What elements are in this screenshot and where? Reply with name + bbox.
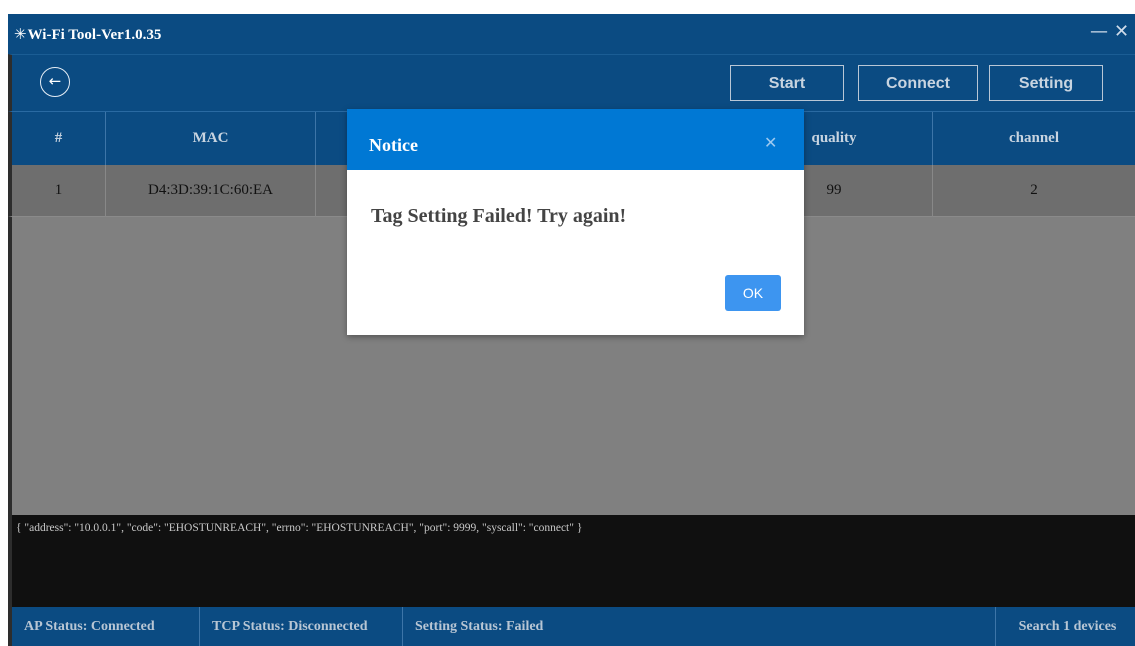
dialog-header: Notice ✕	[347, 109, 804, 170]
dialog-title: Notice	[369, 135, 418, 155]
start-button[interactable]: Start	[730, 65, 844, 101]
cell-mac: D4:3D:39:1C:60:EA	[106, 165, 316, 217]
setting-status: Setting Status: Failed	[415, 619, 544, 634]
column-header-channel: channel	[1008, 130, 1059, 146]
ok-button[interactable]: OK	[725, 275, 781, 311]
dialog-message: Tag Setting Failed! Try again!	[371, 205, 627, 227]
close-icon[interactable]: ✕	[1114, 22, 1129, 42]
setting-button[interactable]: Setting	[989, 65, 1103, 101]
column-header-index: #	[12, 112, 106, 166]
cell-index: 1	[12, 165, 106, 217]
window-title-text: Wi-Fi Tool-Ver1.0.35	[27, 27, 162, 43]
app-logo-icon: ✳	[14, 27, 27, 43]
log-line: { "address": "10.0.0.1", "code": "EHOSTU…	[16, 522, 583, 534]
tcp-status: TCP Status: Disconnected	[200, 607, 403, 646]
dialog-close-icon[interactable]: ✕	[764, 133, 777, 152]
column-header-mac: MAC	[106, 112, 316, 166]
status-bar: AP Status: Connected TCP Status: Disconn…	[8, 607, 1135, 646]
toolbar: ← Start Connect Setting	[8, 54, 1135, 111]
cell-channel: 2	[1030, 182, 1038, 198]
log-panel: { "address": "10.0.0.1", "code": "EHOSTU…	[8, 515, 1135, 607]
window-title: ✳Wi-Fi Tool-Ver1.0.35	[14, 25, 161, 44]
notice-dialog: Notice ✕ Tag Setting Failed! Try again! …	[347, 109, 804, 335]
connect-button[interactable]: Connect	[858, 65, 978, 101]
ap-status: AP Status: Connected	[12, 607, 200, 646]
search-device-count: Search 1 devices	[995, 607, 1135, 646]
back-arrow-icon[interactable]: ←	[40, 67, 70, 97]
minimize-icon[interactable]: —	[1090, 22, 1108, 42]
title-bar: ✳Wi-Fi Tool-Ver1.0.35 — ✕	[8, 14, 1135, 54]
